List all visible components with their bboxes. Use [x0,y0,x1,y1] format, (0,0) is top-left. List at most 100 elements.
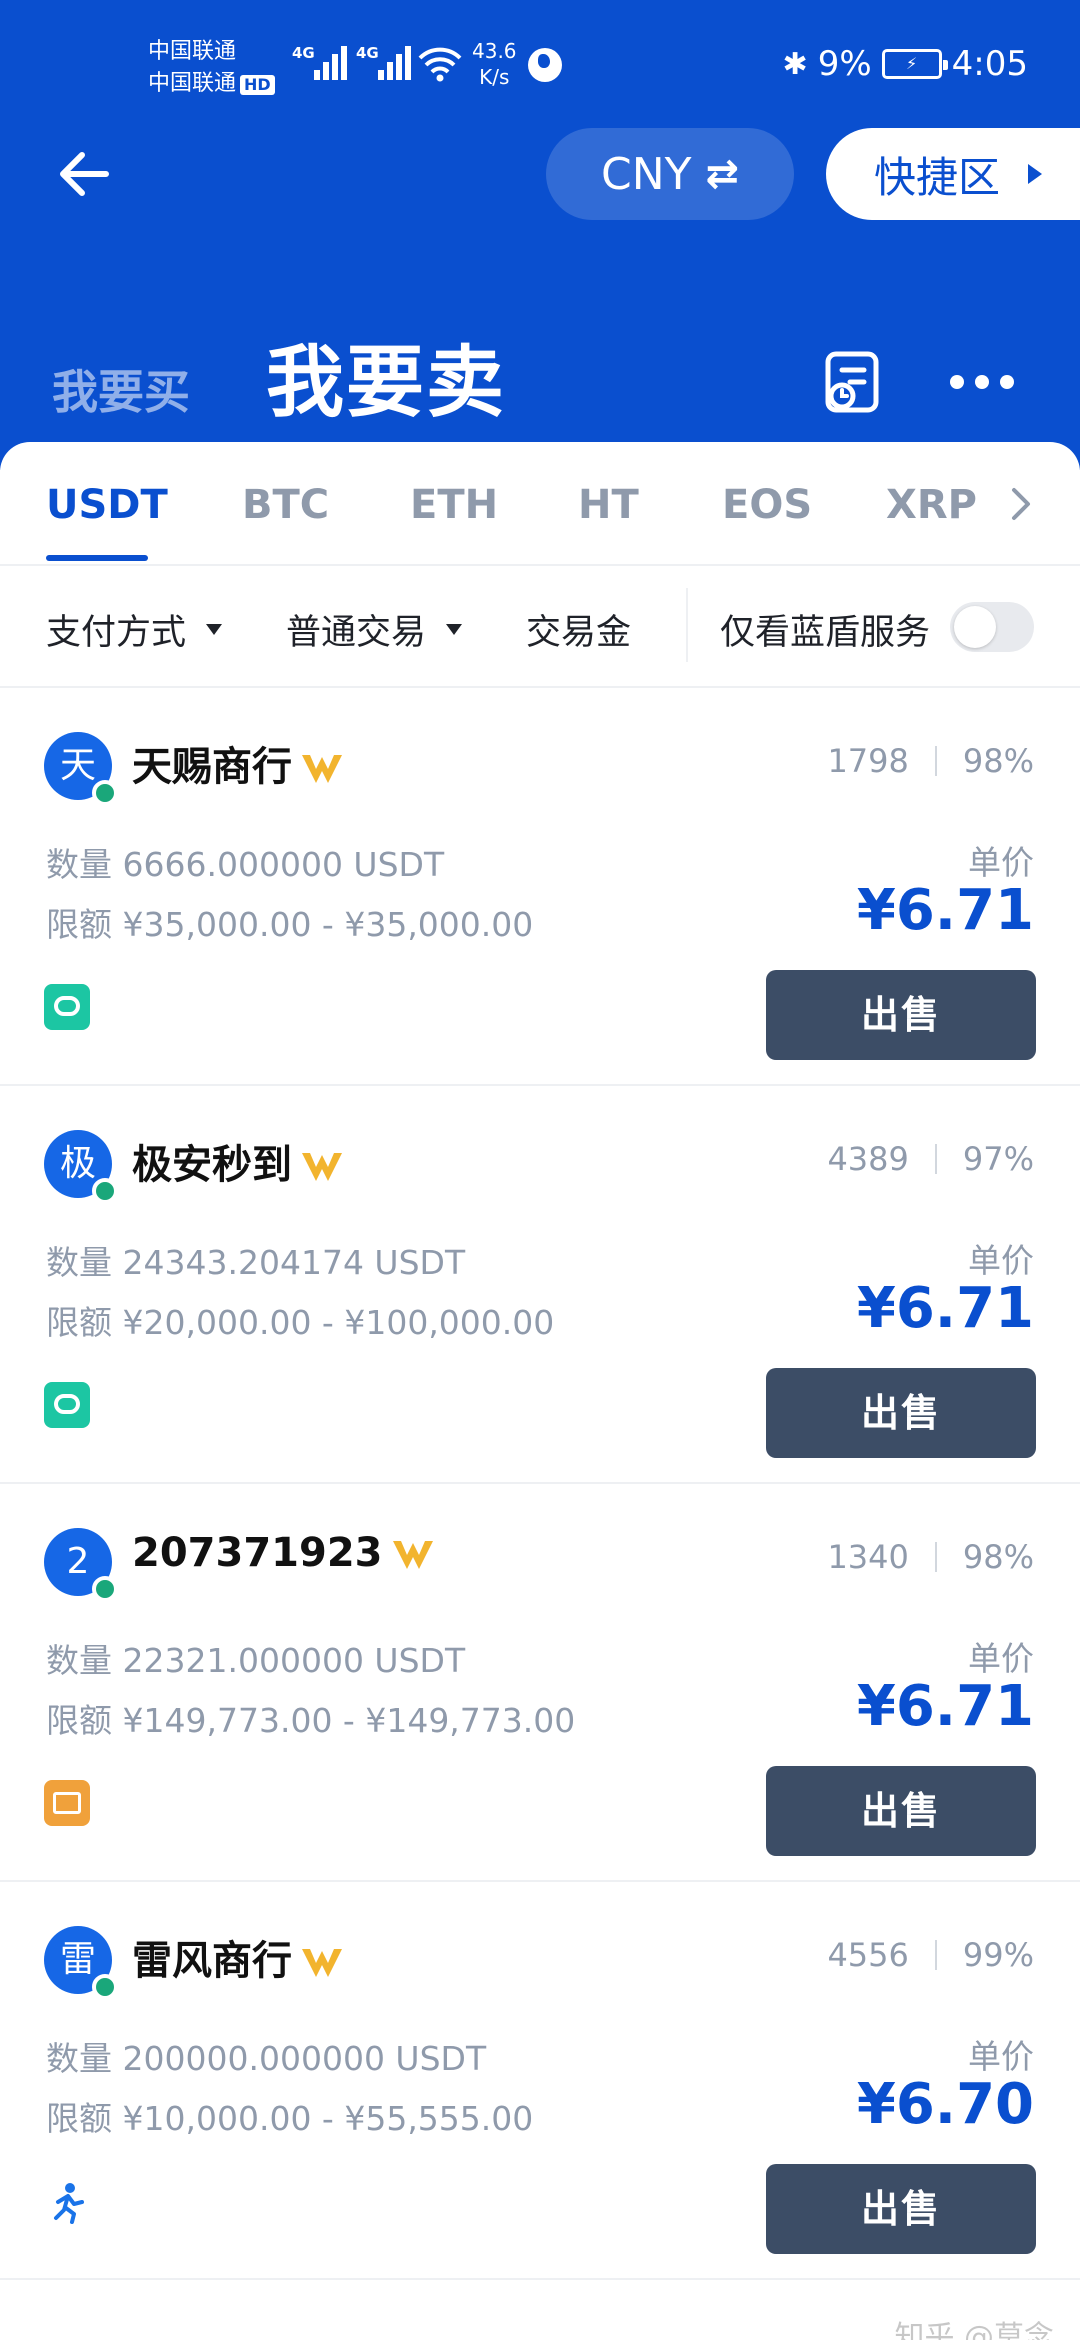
merchant-listing[interactable]: 天天赐商行 1798 98% 数量 6666.000000 USDT 限额 ¥35,00… [0,688,1080,1086]
order-count: 4556 [827,1936,909,1974]
online-status-dot [92,1178,118,1204]
status-right: ✱ 9% ⚡ 4:05 [783,44,1028,84]
quantity-text: 数量 200000.000000 USDT [46,2039,487,2078]
network-type-2: 4G [356,44,379,62]
quantity-text: 数量 24343.204174 USDT [46,1243,466,1282]
filter-divider [686,588,688,662]
play-icon [1028,164,1043,184]
limit-text: 限额 ¥35,000.00 - ¥35,000.00 [46,905,534,944]
clock: 4:05 [951,44,1028,84]
active-tab-indicator [46,555,148,561]
sell-button[interactable]: 出售 [766,1368,1036,1458]
header-bar: 中国联通 中国联通HD 4G 4G 43.6 K/s ✱ 9% ⚡ 4:05 [0,0,1080,470]
tab-xrp[interactable]: XRP [886,482,977,528]
merchant-listing[interactable]: 雷雷风商行 4556 99% 数量 200000.000000 USDT 限额 ¥10,… [0,1882,1080,2280]
limit-text: 限额 ¥20,000.00 - ¥100,000.00 [46,1303,555,1342]
unit-price-label: 单价 [968,2037,1034,2076]
filter-bar: 支付方式 普通交易 交易金 仅看蓝盾服务 [0,566,1080,688]
merchant-stats: 4389 97% [827,1140,1034,1178]
hd-badge: HD [240,75,275,95]
amount-filter[interactable]: 交易金 [526,604,631,655]
orders-icon[interactable] [822,350,882,414]
limit-text: 限额 ¥149,773.00 - ¥149,773.00 [46,1701,576,1740]
caret-down-icon [446,624,463,635]
merchant-stats: 1798 98% [827,742,1034,780]
vip-badge-icon [302,755,342,783]
sell-button[interactable]: 出售 [766,2164,1036,2254]
arrow-left-icon [60,152,109,196]
unit-price: ¥6.71 [856,1276,1034,1341]
order-count: 4389 [827,1140,909,1178]
vip-badge-icon [302,1153,342,1181]
limit-text: 限额 ¥10,000.00 - ¥55,555.00 [46,2099,534,2138]
currency-switch-button[interactable]: CNY ⇄ [546,128,794,220]
unit-price-label: 单价 [968,1241,1034,1280]
watermark: 知乎 @莫念 [894,2320,1054,2340]
unit-price-label: 单价 [968,1639,1034,1678]
tab-eth[interactable]: ETH [410,482,498,528]
network-speed: 43.6 K/s [472,39,517,89]
merchant-stats: 1340 98% [827,1538,1034,1576]
carrier-1: 中国联通 [148,39,237,64]
blue-shield-toggle[interactable] [950,602,1034,652]
chevron-right-icon[interactable] [1006,484,1036,524]
tab-btc[interactable]: BTC [242,482,329,528]
vip-badge-icon [392,1541,433,1569]
payment-filter[interactable]: 支付方式 [46,604,223,655]
completion-rate: 97% [962,1140,1034,1178]
chat-pay-icon [44,984,90,1030]
currency-label: CNY [600,148,692,200]
network-type-1: 4G [292,44,315,62]
quantity-text: 数量 6666.000000 USDT [46,845,445,884]
vip-badge-icon [302,1949,342,1977]
unit-price: ¥6.70 [856,2072,1034,2137]
coin-tab-bar: USDT BTC ETH HT EOS XRP [0,442,1080,566]
merchant-stats: 4556 99% [827,1936,1034,1974]
merchant-name[interactable]: 天赐商行 [132,734,344,792]
globe-icon [528,48,562,82]
online-status-dot [92,780,118,806]
quick-area-button[interactable]: 快捷区 [826,128,1080,220]
tab-ht[interactable]: HT [578,482,639,528]
completion-rate: 98% [962,742,1034,780]
swap-icon: ⇄ [705,151,740,197]
battery-percent: 9% [817,44,872,84]
tab-eos[interactable]: EOS [722,482,812,528]
battery-icon: ⚡ [881,49,948,79]
quick-area-label: 快捷区 [874,152,1001,202]
order-count: 1340 [827,1538,909,1576]
unit-price: ¥6.71 [856,878,1034,943]
content-panel: USDT BTC ETH HT EOS XRP 支付方式 普通交易 交易金 仅看… [0,442,1080,2340]
trade-type-filter[interactable]: 普通交易 [286,604,463,655]
wifi-icon [418,47,462,82]
merchant-listing[interactable]: 极极安秒到 4389 97% 数量 24343.204174 USDT 限额 ¥20,0… [0,1086,1080,1484]
chat-pay-icon [44,1382,90,1428]
carrier-info: 中国联通 中国联通 HD [148,36,275,100]
online-status-dot [92,1576,118,1602]
bank-card-icon [44,1780,90,1826]
tab-sell[interactable]: 我要卖 [266,320,506,432]
quantity-text: 数量 22321.000000 USDT [46,1641,466,1680]
tab-usdt[interactable]: USDT [46,482,168,528]
caret-down-icon [206,624,223,635]
order-count: 1798 [827,742,909,780]
online-status-dot [92,1974,118,2000]
carrier-2: 中国联通 [148,71,237,96]
merchant-name[interactable]: 207371923 [132,1530,435,1576]
back-button[interactable] [52,142,116,206]
runner-icon [54,2183,84,2224]
tab-buy[interactable]: 我要买 [52,356,190,422]
blue-shield-label: 仅看蓝盾服务 [720,613,931,653]
unit-price: ¥6.71 [856,1674,1034,1739]
merchant-name[interactable]: 极安秒到 [132,1132,344,1190]
status-bar: 中国联通 中国联通 HD 4G 4G 43.6 K/s ✱ 9% ⚡ 4:05 [0,0,1080,130]
more-icon[interactable] [950,370,1014,394]
merchant-name[interactable]: 雷风商行 [132,1928,344,1986]
bluetooth-icon: ✱ [782,46,808,82]
completion-rate: 98% [962,1538,1034,1576]
sell-button[interactable]: 出售 [766,970,1036,1060]
unit-price-label: 单价 [968,843,1034,882]
sell-button[interactable]: 出售 [766,1766,1036,1856]
merchant-listing[interactable]: 2 207371923 1340 98% 数量 22321.000000 USDT 限额 … [0,1484,1080,1882]
completion-rate: 99% [962,1936,1034,1974]
